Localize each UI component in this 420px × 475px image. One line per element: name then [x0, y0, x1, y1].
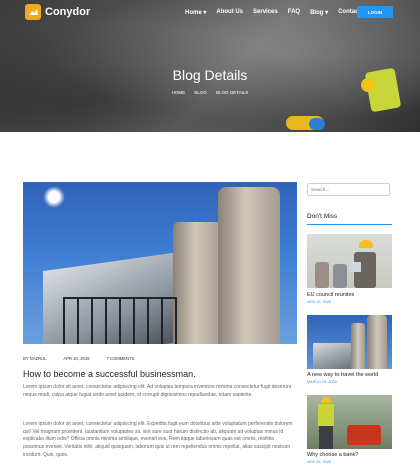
sidebar-item-image-2[interactable]: [307, 315, 392, 369]
logo-icon[interactable]: [25, 4, 41, 20]
page-title: Blog Details: [172, 67, 248, 83]
breadcrumb-current: BLOG DETAILS: [216, 90, 249, 95]
menu-item-home[interactable]: Home ▾: [185, 9, 206, 16]
sidebar-heading: Don't Miss: [307, 213, 338, 220]
menu-item-blog[interactable]: Blog ▾: [310, 9, 328, 16]
menu-item-services[interactable]: Services: [253, 9, 278, 16]
login-button[interactable]: LOGIN: [357, 6, 393, 18]
sidebar-item-image-3[interactable]: [307, 395, 392, 449]
silo-left: [173, 222, 223, 344]
menu-item-about[interactable]: About Us: [216, 9, 243, 16]
sun-glare: [43, 186, 65, 208]
post-comments[interactable]: 7 COMMENTS: [107, 356, 135, 361]
sidebar-item-date-3: NOV 25, 2020: [307, 460, 332, 464]
silo-right: [218, 187, 280, 344]
sidebar-item-title-2[interactable]: A new way to travel the world: [307, 372, 378, 378]
hero-helmet-blue: [309, 118, 325, 130]
main-menu: Home ▾ About Us Services FAQ Blog ▾ Cont…: [185, 9, 370, 16]
sidebar-heading-underline: [307, 224, 392, 225]
top-nav: Conydor Home ▾ About Us Services FAQ Blo…: [0, 0, 420, 26]
sidebar-item-image-1[interactable]: [307, 234, 392, 288]
post-title: How to become a successful businessman.: [23, 369, 196, 379]
post-author[interactable]: BY NAZRUL: [23, 356, 46, 361]
menu-item-faq[interactable]: FAQ: [288, 9, 300, 16]
post-meta: BY NAZRUL APR 10, 2019 7 COMMENTS: [23, 356, 151, 361]
sidebar-item-title-3[interactable]: Why choose a bank?: [307, 452, 358, 458]
post-featured-image: [23, 182, 297, 344]
breadcrumb: HOME BLOG BLOG DETAILS: [0, 90, 420, 95]
breadcrumb-blog[interactable]: BLOG: [194, 90, 207, 95]
sidebar-search-input[interactable]: Search...: [307, 183, 390, 196]
post-paragraph-2: Lorem ipsum dolor sit amet, consectetur …: [23, 421, 293, 458]
post-date: APR 10, 2019: [63, 356, 90, 361]
logo-text[interactable]: Conydor: [45, 6, 90, 18]
steel-frame: [63, 297, 177, 344]
sidebar-item-title-1[interactable]: EU council reunites: [307, 292, 354, 298]
sidebar-item-date-2: MARCH 25, 2020: [307, 380, 337, 384]
sidebar-item-date-1: NOV 25, 2020: [307, 300, 332, 304]
breadcrumb-home[interactable]: HOME: [172, 90, 186, 95]
post-paragraph-1: Lorem ipsum dolor sit amet, consectetur …: [23, 384, 292, 398]
